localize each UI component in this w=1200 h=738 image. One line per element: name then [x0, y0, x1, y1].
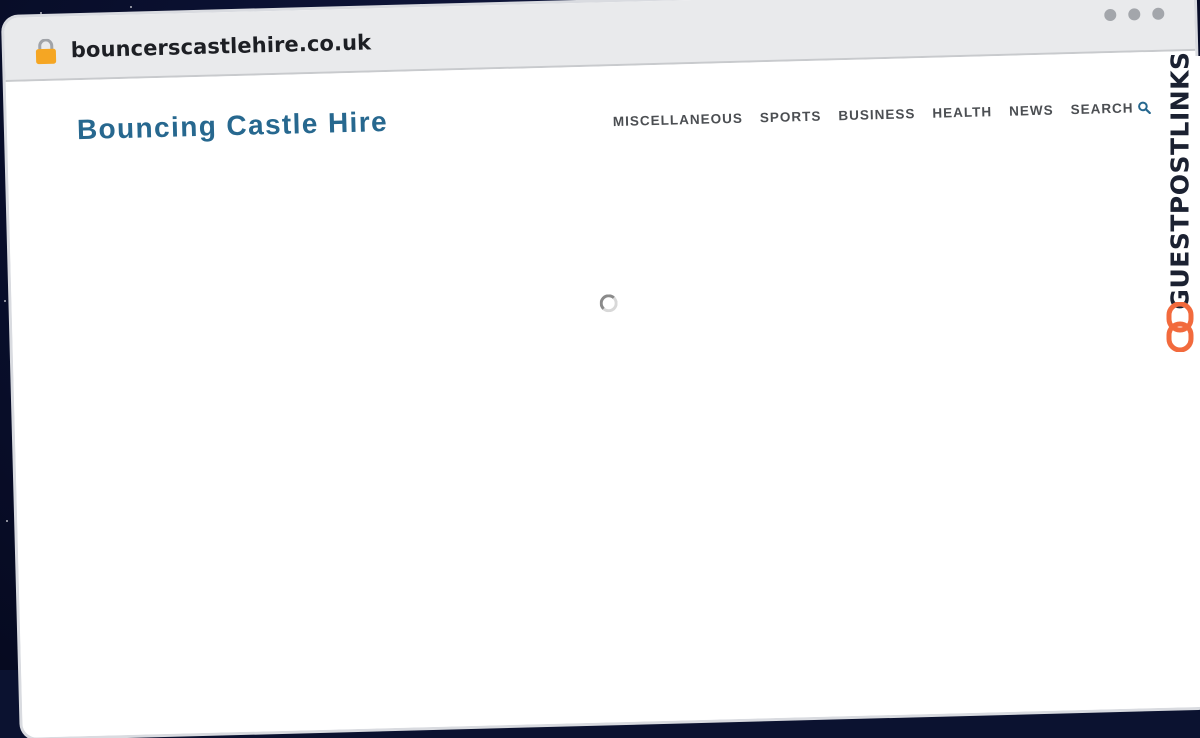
window-dot-icon[interactable] [1104, 8, 1117, 22]
lock-icon [35, 38, 57, 65]
nav-item-business[interactable]: BUSINESS [838, 106, 915, 123]
site-title[interactable]: Bouncing Castle Hire [77, 106, 389, 146]
star [4, 300, 6, 302]
url-text[interactable]: bouncerscastlehire.co.uk [71, 30, 372, 62]
window-dot-icon[interactable] [1128, 8, 1141, 21]
window-controls [1104, 7, 1165, 22]
nav-item-news[interactable]: NEWS [1009, 103, 1054, 119]
nav-item-sports[interactable]: SPORTS [760, 109, 822, 126]
window-dot-icon[interactable] [1152, 7, 1165, 20]
web-page: Bouncing Castle Hire MISCELLANEOUS SPORT… [5, 50, 1200, 738]
search-label: SEARCH [1070, 100, 1134, 118]
main-nav: MISCELLANEOUS SPORTS BUSINESS HEALTH NEW… [613, 100, 1151, 129]
nav-item-health[interactable]: HEALTH [932, 104, 992, 121]
chain-link-icon [1166, 302, 1194, 352]
star [40, 12, 42, 14]
brand-text: GUESTPOSTLINKS [1165, 50, 1195, 310]
browser-window: bouncerscastlehire.co.uk Bouncing Castle… [4, 0, 1200, 738]
star [130, 6, 132, 8]
star [420, 4, 422, 6]
nav-item-miscellaneous[interactable]: MISCELLANEOUS [613, 111, 743, 129]
star [6, 520, 8, 522]
nav-item-search[interactable]: SEARCH [1070, 100, 1151, 118]
loading-spinner-icon [599, 294, 618, 313]
search-icon [1137, 101, 1151, 115]
brand-label: GUESTPOSTLINKS [1160, 51, 1200, 309]
